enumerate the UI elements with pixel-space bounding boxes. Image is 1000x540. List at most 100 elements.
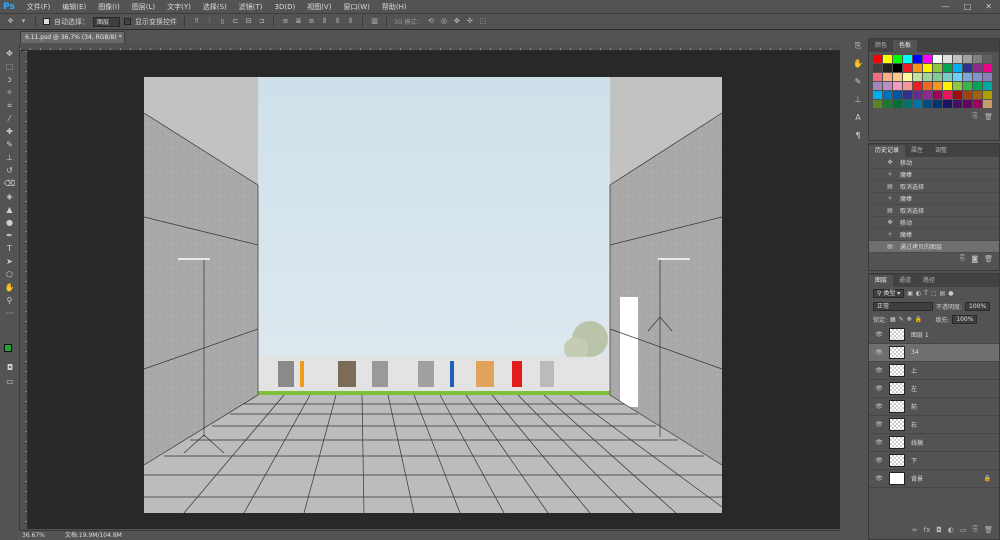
swatch[interactable] xyxy=(923,100,932,108)
eraser-tool-icon[interactable]: ⌫ xyxy=(3,178,17,190)
swatch[interactable] xyxy=(933,64,942,72)
filter-toggle[interactable]: ● xyxy=(948,290,953,297)
layer-row[interactable]: 👁 34 xyxy=(869,344,999,362)
distribute-bottom-icon[interactable]: ≡ xyxy=(307,17,316,26)
distribute-vcenter-icon[interactable]: ≣ xyxy=(294,17,303,26)
opacity-input[interactable]: 100% xyxy=(965,302,991,311)
foreground-color-swatch[interactable] xyxy=(4,344,12,352)
fill-input[interactable]: 100% xyxy=(952,315,978,324)
3d-roll-icon[interactable]: ◎ xyxy=(439,17,448,26)
healing-brush-tool-icon[interactable]: ✚ xyxy=(3,126,17,138)
menu-view[interactable]: 视图(V) xyxy=(301,2,337,12)
maximize-button[interactable]: □ xyxy=(964,2,972,11)
eye-icon[interactable]: 👁 xyxy=(873,475,885,482)
eyedropper-tool-icon[interactable]: ⁄ xyxy=(3,113,17,125)
screen-mode-icon[interactable]: ▭ xyxy=(3,376,17,388)
distribute-hcenter-icon[interactable]: ⦀ xyxy=(333,17,342,26)
eye-icon[interactable]: 👁 xyxy=(873,457,885,464)
lock-all-icon[interactable]: 🔒 xyxy=(915,316,922,323)
adjustment-layer-icon[interactable]: ◐ xyxy=(948,526,954,534)
layer-name[interactable]: 线稿 xyxy=(911,438,923,447)
swatch[interactable] xyxy=(963,73,972,81)
tab-color[interactable]: 颜色 xyxy=(869,40,893,52)
link-layers-icon[interactable]: ∞ xyxy=(912,526,918,534)
swatch[interactable] xyxy=(873,55,882,63)
clone-stamp-tool-icon[interactable]: ⊥ xyxy=(3,152,17,164)
swatch[interactable] xyxy=(943,64,952,72)
close-button[interactable]: ✕ xyxy=(985,2,992,11)
swatch[interactable] xyxy=(923,82,932,90)
swatch[interactable] xyxy=(983,73,992,81)
swatch[interactable] xyxy=(913,100,922,108)
eye-icon[interactable]: 👁 xyxy=(873,421,885,428)
swatch[interactable] xyxy=(953,55,962,63)
align-hcenter-icon[interactable]: ⊟ xyxy=(244,17,253,26)
3d-slide-icon[interactable]: ✣ xyxy=(465,17,474,26)
layer-name[interactable]: 34 xyxy=(911,349,919,356)
swatch[interactable] xyxy=(973,55,982,63)
camera-icon[interactable]: ◙ xyxy=(971,255,978,263)
canvas-workspace[interactable] xyxy=(28,51,840,529)
swatch[interactable] xyxy=(923,91,932,99)
swatch[interactable] xyxy=(923,64,932,72)
history-item[interactable]: ✧ 魔棒 xyxy=(869,169,999,181)
eye-icon[interactable]: 👁 xyxy=(873,439,885,446)
blend-mode-dropdown[interactable]: 正常 xyxy=(873,302,933,311)
history-item[interactable]: ✥ 移动 xyxy=(869,217,999,229)
menu-edit[interactable]: 编辑(E) xyxy=(56,2,92,12)
swatch[interactable] xyxy=(903,82,912,90)
brush-icon[interactable]: ✎ xyxy=(852,76,864,88)
swatch[interactable] xyxy=(963,100,972,108)
swatch[interactable] xyxy=(873,91,882,99)
layer-row[interactable]: 👁 线稿 xyxy=(869,434,999,452)
new-layer-icon[interactable]: ⎘ xyxy=(973,525,979,534)
swatch[interactable] xyxy=(963,91,972,99)
move-tool-icon[interactable]: ✥ xyxy=(3,48,17,60)
history-item[interactable]: ▤ 取消选择 xyxy=(869,181,999,193)
layer-name[interactable]: 右 xyxy=(911,420,917,429)
swatch[interactable] xyxy=(953,91,962,99)
auto-align-icon[interactable]: ▥ xyxy=(370,17,379,26)
swatch[interactable] xyxy=(983,100,992,108)
brush-presets-icon[interactable]: ✋ xyxy=(852,58,864,70)
history-brush-tool-icon[interactable]: ↺ xyxy=(3,165,17,177)
swatch[interactable] xyxy=(913,91,922,99)
align-bottom-icon[interactable]: ⫫ xyxy=(218,17,227,26)
swatch[interactable] xyxy=(893,64,902,72)
swatch[interactable] xyxy=(973,100,982,108)
swatch[interactable] xyxy=(913,55,922,63)
show-transform-checkbox[interactable] xyxy=(124,18,132,25)
eye-icon[interactable]: 👁 xyxy=(873,331,885,338)
auto-select-dropdown[interactable]: 图层 xyxy=(93,16,121,27)
align-right-icon[interactable]: ⊐ xyxy=(257,17,266,26)
type-tool-icon[interactable]: T xyxy=(3,243,17,255)
menu-select[interactable]: 选择(S) xyxy=(197,2,233,12)
quick-mask-icon[interactable]: ◘ xyxy=(3,362,17,374)
character-panel-icon[interactable]: A xyxy=(852,112,864,124)
swatch[interactable] xyxy=(893,82,902,90)
filter-adjustment-icon[interactable]: ◐ xyxy=(916,290,921,297)
history-item[interactable]: ✧ 魔棒 xyxy=(869,193,999,205)
3d-pan-icon[interactable]: ✥ xyxy=(452,17,461,26)
layer-name[interactable]: 下 xyxy=(911,456,917,465)
layer-row[interactable]: 👁 前 xyxy=(869,398,999,416)
swatch[interactable] xyxy=(873,73,882,81)
zoom-level[interactable]: 36.67% xyxy=(22,531,45,540)
swatch[interactable] xyxy=(873,100,882,108)
history-panel-icon[interactable]: ⎘ xyxy=(852,40,864,52)
lock-transparent-icon[interactable]: ▦ xyxy=(890,316,896,323)
layer-name[interactable]: 背景 xyxy=(911,474,923,483)
dodge-tool-icon[interactable]: ● xyxy=(3,217,17,229)
layer-style-icon[interactable]: fx xyxy=(924,526,931,534)
3d-scale-icon[interactable]: ⬚ xyxy=(478,17,487,26)
path-selection-tool-icon[interactable]: ➤ xyxy=(3,256,17,268)
swatch[interactable] xyxy=(913,82,922,90)
lock-position-icon[interactable]: ✥ xyxy=(907,316,912,323)
marquee-tool-icon[interactable]: ⬚ xyxy=(3,61,17,73)
layer-row[interactable]: 👁 背景 🔒 xyxy=(869,470,999,488)
swatch[interactable] xyxy=(893,91,902,99)
swatch[interactable] xyxy=(943,73,952,81)
swatch[interactable] xyxy=(873,64,882,72)
hand-tool-icon[interactable]: ✋ xyxy=(3,282,17,294)
horizontal-ruler[interactable] xyxy=(20,43,840,51)
